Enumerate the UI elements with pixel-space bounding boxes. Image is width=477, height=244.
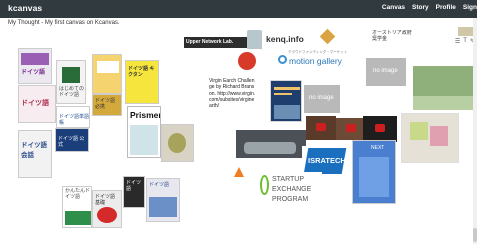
no-image-placeholder[interactable]: no image [366,58,406,86]
book-shinkyo-title: ドイツ語 [126,180,142,192]
book-vocab[interactable]: ドイツ語単語帳 [56,106,90,128]
text-tool-icon[interactable]: T [463,38,467,45]
photo-flowers[interactable] [161,124,194,162]
book-kiso[interactable]: ドイツ語 基礎 [92,190,122,228]
book-koshiki-title: ドイツ語 公式 [58,136,85,148]
poster-image[interactable] [270,80,302,122]
main-nav: Canvas Story Profile Sign [382,4,477,11]
book-kaiwa-title: ドイツ語会話 [21,142,47,159]
book-start-title: はじめてのドイツ語 [59,86,85,98]
book-kiso-title: ドイツ語 基礎 [95,194,116,206]
motion-gallery-icon [278,55,287,64]
diamond-logo-image[interactable] [317,27,338,47]
top-right-image[interactable] [458,27,474,36]
book-green[interactable]: ドイツ語 [146,178,180,222]
top-nav-bar: kcanvas Canvas Story Profile Sign [0,0,477,18]
scrollbar-thumb[interactable] [473,228,477,242]
logo-startup-exchange[interactable]: STARTUP EXCHANGE PROGRAM [258,172,322,212]
vertical-scrollbar[interactable] [473,18,477,244]
no-image-label-2: no image [309,95,334,101]
video-thumbnail-3[interactable] [363,116,397,142]
car-image[interactable] [236,130,306,158]
app-logo[interactable]: kcanvas [8,3,42,13]
pencil-image[interactable] [247,30,262,50]
book-koshiki[interactable]: ドイツ語 公式 [55,128,89,152]
book-green-title: ドイツ語 [149,182,170,188]
logo-kengo-text: kenq.info [266,34,304,44]
caption-austria[interactable]: オーストリア政府奨学金 [372,30,416,48]
nav-profile[interactable]: Profile [436,4,456,11]
book-prismen-title: Prismen [130,110,161,120]
book-next[interactable]: NEXT [352,140,396,204]
isratech-text: ISRATECH [308,156,346,165]
note-virgin-earth[interactable]: Virgin Earch Challenge by Richard Branso… [209,78,257,124]
book-vocab-title: ドイツ語単語帳 [59,114,90,126]
tile-motion-gallery[interactable]: クラウドファンディング・マーケット motion gallery [276,49,366,71]
no-image-label: no image [373,68,398,74]
book-yellow-cd[interactable] [92,54,122,94]
list-icon[interactable]: ☰ [455,38,460,45]
video-thumbnail-2[interactable] [336,118,366,140]
caption-austria-text: オーストリア政府奨学金 [372,30,412,42]
canvas-toolbar: ☰ T ✎ [455,38,475,45]
book-kantan-title: かんたんドイツ語 [65,188,91,200]
photo-posters[interactable] [401,113,459,163]
startup-line2: EXCHANGE [272,186,312,193]
note-virgin-earth-text: Virgin Earch Challenge by Richard Branso… [209,78,256,109]
photo-park[interactable] [413,66,473,110]
video-thumbnail[interactable] [306,116,336,140]
no-image-placeholder-2[interactable]: no image [304,85,340,113]
book-hikkei-title: ドイツ語 必携 [95,98,116,110]
nav-story[interactable]: Story [412,4,429,11]
book-doitsugo-title: ドイツ語 [21,70,46,76]
nav-sign[interactable]: Sign [463,4,477,11]
book-start[interactable]: はじめてのドイツ語 [56,60,86,104]
nav-canvas[interactable]: Canvas [382,4,405,11]
book-next-title: NEXT [371,145,385,151]
red-circle-image[interactable] [233,49,261,74]
logo-kengo[interactable]: kenq.info [264,30,316,50]
startup-line1: STARTUP [272,176,305,183]
book-doitsugo[interactable]: ドイツ語 [18,48,52,84]
startup-line3: PROGRAM [272,196,309,203]
book-kikutan[interactable]: ドイツ語 キクタン [125,60,159,104]
book-shinkyo[interactable]: ドイツ語 [123,176,145,208]
motion-gallery-subtitle: クラウドファンディング・マーケット [288,50,348,54]
motion-gallery-title: motion gallery [289,56,342,66]
book-kantan[interactable]: かんたんドイツ語 [62,186,92,228]
book-kaiwa[interactable]: ドイツ語会話 [18,130,52,178]
banner-upper-network-text: Upper Network Lab. [186,39,234,45]
orange-logo[interactable] [232,164,246,182]
startup-leaf-icon [260,175,269,195]
book-doitsugo-2[interactable]: ドイツ語 [18,85,56,123]
book-doitsugo-2-title: ドイツ語 [21,100,49,107]
canvas-subtitle: My Thought - My first canvas on Kcanvas. [8,20,120,26]
book-hikkei[interactable]: ドイツ語 必携 [92,94,122,116]
book-prismen[interactable]: Prismen [127,106,161,158]
book-kikutan-title: ドイツ語 キクタン [128,66,155,78]
banner-upper-network[interactable]: Upper Network Lab. [184,37,256,48]
